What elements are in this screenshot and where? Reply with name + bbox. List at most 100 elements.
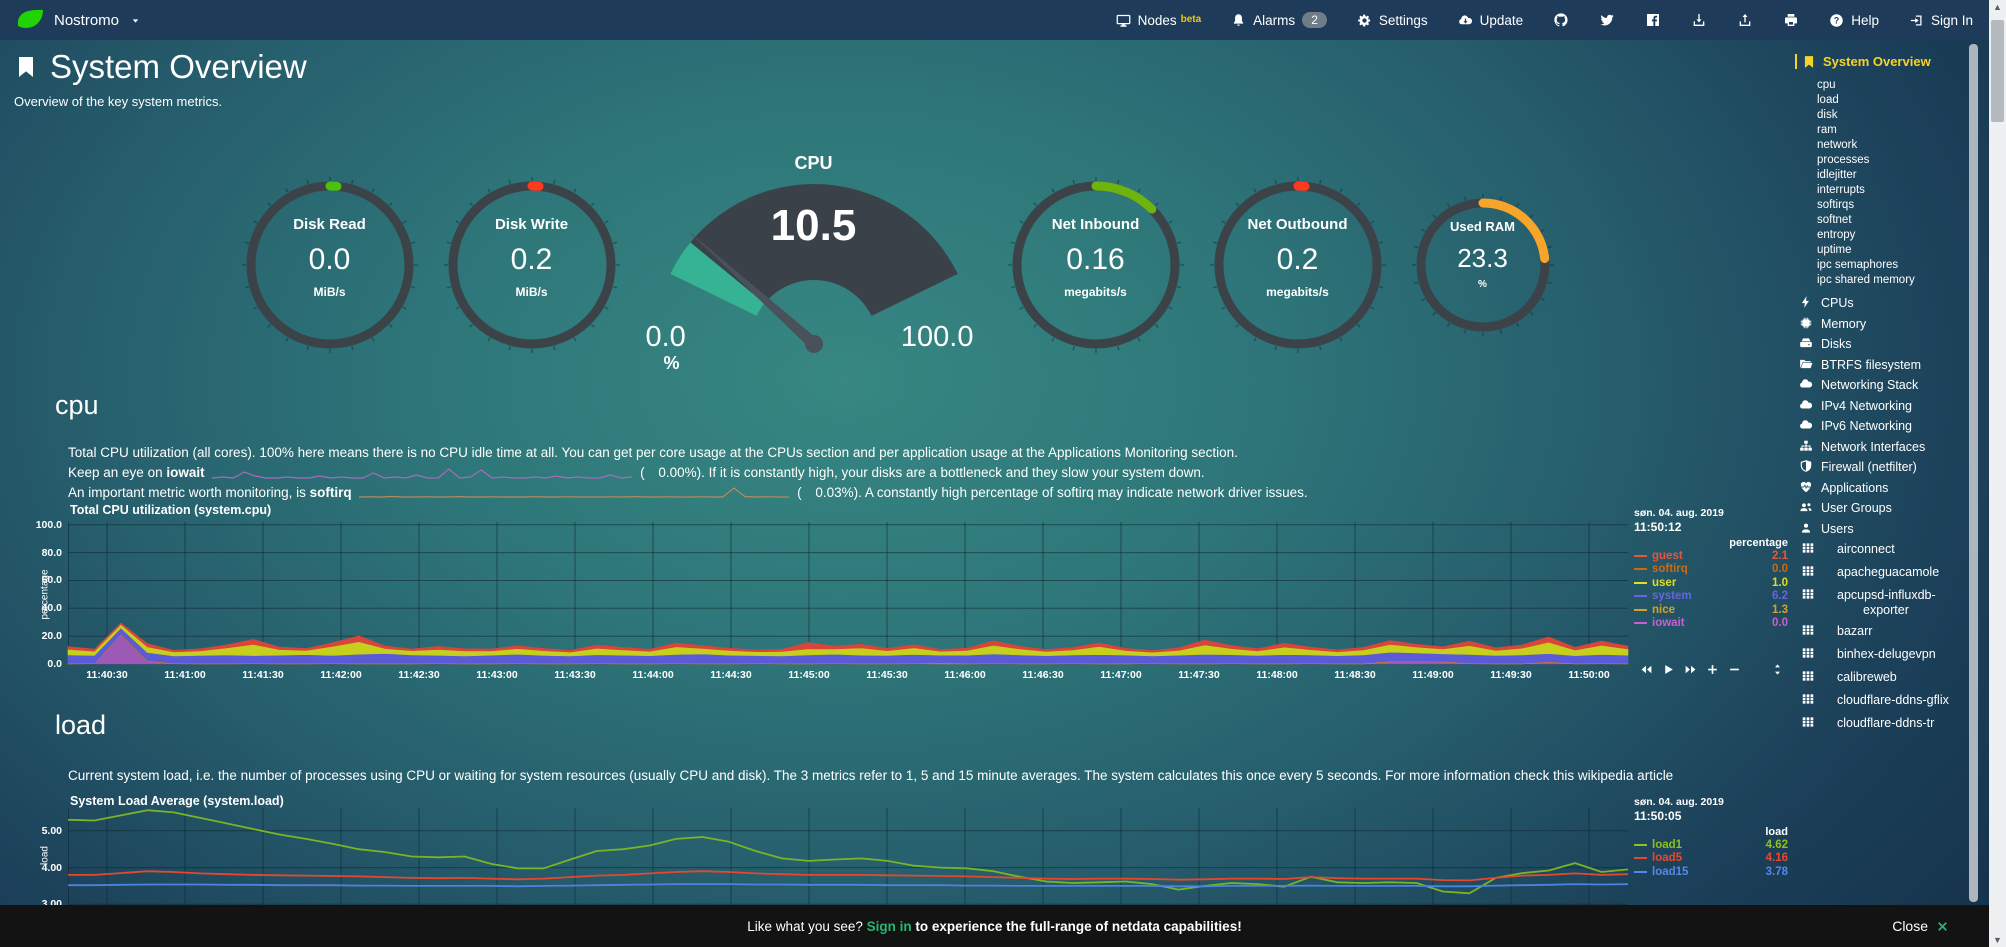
- sidebar-subitem-network[interactable]: network: [1817, 138, 1973, 153]
- y-axis-tick: 0.0: [18, 658, 62, 670]
- nav-update[interactable]: Update: [1458, 13, 1524, 28]
- cloud-icon: [1799, 418, 1813, 432]
- sidebar-subitem-ipc-semaphores[interactable]: ipc semaphores: [1817, 258, 1973, 273]
- sidebar-item-disks[interactable]: Disks: [1795, 337, 1973, 352]
- x-axis-tick: 11:43:00: [462, 669, 532, 681]
- play-button[interactable]: [1662, 663, 1675, 676]
- gauge-used-ram[interactable]: Used RAM23.3%: [1410, 182, 1556, 348]
- sidebar-item-applications[interactable]: Applications: [1795, 481, 1973, 496]
- sidebar-subitem-idlejitter[interactable]: idlejitter: [1817, 168, 1973, 183]
- sidebar-subitem-interrupts[interactable]: interrupts: [1817, 183, 1973, 198]
- sidebar-item-ipv4-networking[interactable]: IPv4 Networking: [1795, 399, 1973, 414]
- signin-link[interactable]: Sign in: [867, 919, 912, 934]
- cpu-chart-plot[interactable]: [68, 522, 1628, 664]
- sidebar-subitem-uptime[interactable]: uptime: [1817, 243, 1973, 258]
- close-banner-button[interactable]: Close: [1892, 918, 1949, 934]
- sidebar-subitem-disk[interactable]: disk: [1817, 108, 1973, 123]
- seek-backward-button[interactable]: [1640, 663, 1653, 676]
- sidebar-subitem-processes[interactable]: processes: [1817, 153, 1973, 168]
- gauge-disk-write[interactable]: Disk Write0.2MiB/s: [442, 165, 622, 365]
- sidebar-item-firewall-netfilter[interactable]: Firewall (netfilter): [1795, 460, 1973, 475]
- sidebar-subitem-ram[interactable]: ram: [1817, 123, 1973, 138]
- nav-facebook[interactable]: [1645, 12, 1661, 28]
- zoom-in-button[interactable]: [1706, 663, 1719, 676]
- legend-swatch: [1634, 844, 1647, 846]
- sitemap-icon: [1799, 439, 1813, 453]
- sidebar-subitem-entropy[interactable]: entropy: [1817, 228, 1973, 243]
- nav-github[interactable]: [1553, 12, 1569, 28]
- sidebar-item-btrfs-filesystem[interactable]: BTRFS filesystem: [1795, 358, 1973, 373]
- legend-row-load5[interactable]: load54.16: [1634, 852, 1790, 866]
- scroll-down-arrow[interactable]: ▼: [1989, 933, 2006, 947]
- hostname-label: Nostromo: [54, 12, 119, 29]
- nav-twitter[interactable]: [1599, 12, 1615, 28]
- legend-row-system[interactable]: system6.2: [1634, 590, 1790, 604]
- sidebar-subitem-ipc-shared-memory[interactable]: ipc shared memory: [1817, 273, 1973, 288]
- nav-print[interactable]: [1783, 12, 1799, 28]
- load-chart-plot[interactable]: [68, 808, 1628, 908]
- iowait-sparkline: [212, 466, 632, 480]
- sidebar-item-cloudflare-ddns-tr[interactable]: cloudflare-ddns-tr: [1795, 716, 1973, 733]
- zoom-out-button[interactable]: [1728, 663, 1741, 676]
- sidebar-item-cloudflare-ddns-gflix[interactable]: cloudflare-ddns-gflix: [1795, 693, 1973, 710]
- scroll-up-arrow[interactable]: ▲: [1989, 0, 2006, 14]
- load-chart-title: System Load Average (system.load): [70, 794, 284, 808]
- sidebar-item-network-interfaces[interactable]: Network Interfaces: [1795, 440, 1973, 455]
- cloud-download-icon: [1458, 13, 1473, 28]
- resize-button[interactable]: [1771, 663, 1784, 676]
- sidebar-item-system-overview[interactable]: System Overview: [1795, 54, 1973, 69]
- nav-sign-in[interactable]: Sign In: [1909, 13, 1973, 28]
- x-axis-tick: 11:47:30: [1164, 669, 1234, 681]
- gauge-disk-read[interactable]: Disk Read0.0MiB/s: [240, 165, 420, 365]
- page-title: System Overview: [14, 48, 307, 86]
- nav-download[interactable]: [1691, 12, 1707, 28]
- nav-help[interactable]: ?Help: [1829, 13, 1879, 28]
- sidebar-scrollbar[interactable]: [1969, 44, 1978, 902]
- gauge-unit: %: [664, 353, 680, 374]
- sidebar-item-apacheguacamole[interactable]: apacheguacamole: [1795, 565, 1973, 582]
- sidebar-item-networking-stack[interactable]: Networking Stack: [1795, 378, 1973, 393]
- scrollbar-thumb[interactable]: [1991, 20, 2004, 122]
- gauge-cpu[interactable]: CPU10.50.0100.0%: [644, 149, 984, 381]
- legend-row-iowait[interactable]: iowait0.0: [1634, 617, 1790, 631]
- gauge-net-outbound[interactable]: Net Outbound0.2megabits/s: [1208, 165, 1388, 365]
- sidebar-subitem-load[interactable]: load: [1817, 93, 1973, 108]
- question-circle-icon: ?: [1829, 13, 1844, 28]
- nav-upload[interactable]: [1737, 12, 1753, 28]
- browser-scrollbar[interactable]: ▲ ▼: [1989, 0, 2006, 947]
- sidebar-item-memory[interactable]: Memory: [1795, 317, 1973, 332]
- legend-row-load1[interactable]: load14.62: [1634, 838, 1790, 852]
- nav-settings[interactable]: Settings: [1357, 13, 1428, 28]
- sidebar-item-binhex-delugevpn[interactable]: binhex-delugevpn: [1795, 647, 1973, 664]
- sidebar-subitem-softnet[interactable]: softnet: [1817, 213, 1973, 228]
- sidebar-item-calibreweb[interactable]: calibreweb: [1795, 670, 1973, 687]
- sidebar-item-apcupsd-influxdb-exporter[interactable]: apcupsd-influxdb-exporter: [1795, 588, 1973, 617]
- bottom-banner: Like what you see? Sign in to experience…: [0, 905, 1989, 947]
- y-axis-tick: 40.0: [18, 602, 62, 614]
- nav-nodes[interactable]: Nodesbeta: [1116, 13, 1202, 28]
- legend-row-nice[interactable]: nice1.3: [1634, 603, 1790, 617]
- sidebar-item-users[interactable]: Users: [1795, 522, 1973, 537]
- legend-row-load15[interactable]: load153.78: [1634, 865, 1790, 879]
- ring-gauge-dial: [1410, 192, 1556, 338]
- sidebar-item-ipv6-networking[interactable]: IPv6 Networking: [1795, 419, 1973, 434]
- nav-alarms[interactable]: Alarms2: [1231, 12, 1327, 28]
- legend-row-user[interactable]: user1.0: [1634, 576, 1790, 590]
- sidebar-subitem-cpu[interactable]: cpu: [1817, 78, 1973, 93]
- x-axis-tick: 11:40:30: [72, 669, 142, 681]
- sidebar-item-cpus[interactable]: CPUs: [1795, 296, 1973, 311]
- x-axis-tick: 11:43:30: [540, 669, 610, 681]
- sidebar-item-bazarr[interactable]: bazarr: [1795, 624, 1973, 641]
- gauge-net-inbound[interactable]: Net Inbound0.16megabits/s: [1006, 165, 1186, 365]
- legend-swatch: [1634, 595, 1647, 597]
- cpu-legend-time: 11:50:12: [1634, 520, 1790, 534]
- x-axis-tick: 11:48:00: [1242, 669, 1312, 681]
- seek-forward-button[interactable]: [1684, 663, 1697, 676]
- hostname-dropdown[interactable]: Nostromo: [16, 7, 142, 33]
- nav-badge: 2: [1302, 12, 1327, 28]
- legend-row-softirq[interactable]: softirq0.0: [1634, 563, 1790, 577]
- sidebar-subitem-softirqs[interactable]: softirqs: [1817, 198, 1973, 213]
- legend-row-guest[interactable]: guest2.1: [1634, 549, 1790, 563]
- sidebar-item-airconnect[interactable]: airconnect: [1795, 542, 1973, 559]
- sidebar-item-user-groups[interactable]: User Groups: [1795, 501, 1973, 516]
